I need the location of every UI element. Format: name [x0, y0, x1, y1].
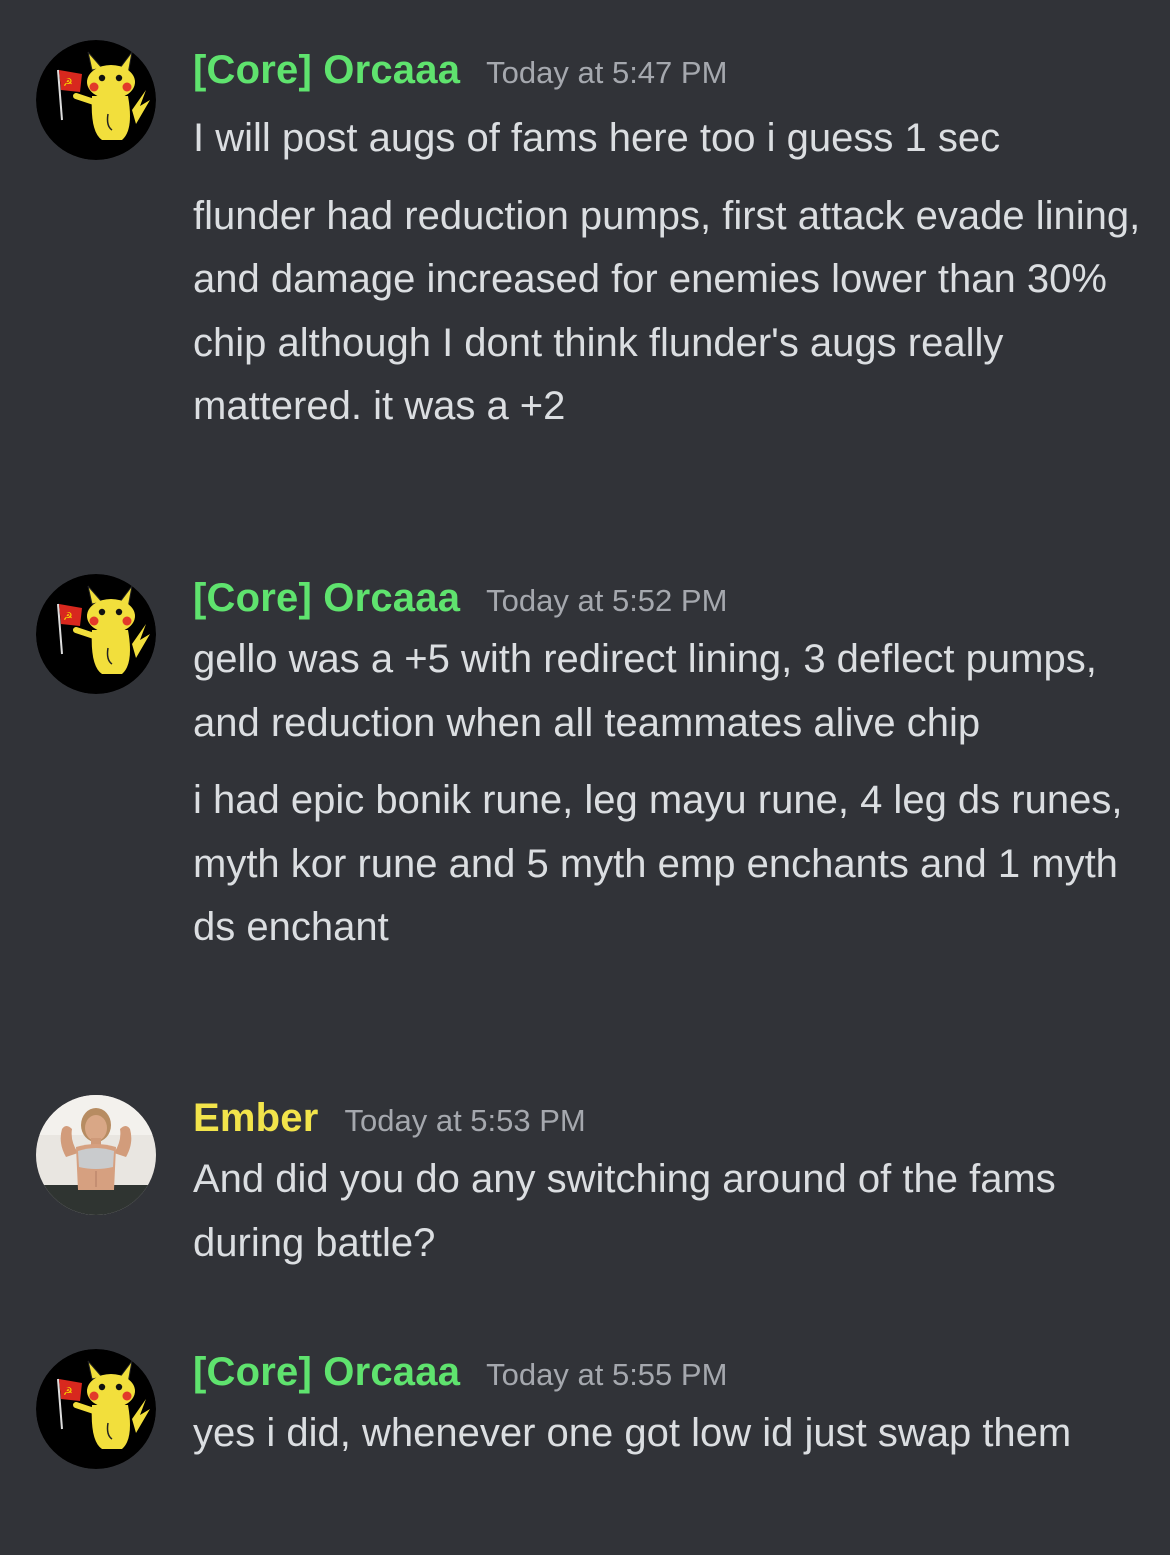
- pikachu-flag-avatar-icon[interactable]: [36, 574, 156, 694]
- message-header: Ember Today at 5:53 PM: [193, 1088, 586, 1148]
- message-content: I will post augs of fams here too i gues…: [193, 107, 1143, 439]
- timestamp: Today at 5:53 PM: [344, 1103, 586, 1138]
- username[interactable]: [Core] Orcaaa: [193, 1342, 460, 1402]
- message-text: yes i did, whenever one got low id just …: [193, 1411, 1072, 1455]
- message-text: flunder had reduction pumps, first attac…: [193, 193, 1141, 429]
- username[interactable]: [Core] Orcaaa: [193, 40, 460, 100]
- timestamp: Today at 5:52 PM: [486, 583, 728, 618]
- message-content: yes i did, whenever one got low id just …: [193, 1402, 1143, 1466]
- message-text: I will post augs of fams here too i gues…: [193, 116, 1001, 160]
- message-header: [Core] Orcaaa Today at 5:47 PM: [193, 40, 727, 100]
- message-text: And did you do any switching around of t…: [193, 1157, 1056, 1265]
- chat-message-list: [Core] Orcaaa Today at 5:47 PM I will po…: [0, 0, 1170, 1555]
- message-content: gello was a +5 with redirect lining, 3 d…: [193, 628, 1143, 960]
- username[interactable]: [Core] Orcaaa: [193, 568, 460, 628]
- message-text: gello was a +5 with redirect lining, 3 d…: [193, 637, 1097, 745]
- pikachu-flag-avatar-icon[interactable]: [36, 40, 156, 160]
- username[interactable]: Ember: [193, 1088, 319, 1148]
- message-content: And did you do any switching around of t…: [193, 1148, 1143, 1275]
- user-photo-avatar-icon[interactable]: [36, 1095, 156, 1215]
- message-header: [Core] Orcaaa Today at 5:55 PM: [193, 1342, 727, 1402]
- timestamp: Today at 5:47 PM: [486, 55, 728, 90]
- pikachu-flag-avatar-icon[interactable]: [36, 1349, 156, 1469]
- message-text: i had epic bonik rune, leg mayu rune, 4 …: [193, 778, 1123, 949]
- timestamp: Today at 5:55 PM: [486, 1357, 728, 1392]
- message-header: [Core] Orcaaa Today at 5:52 PM: [193, 568, 727, 628]
